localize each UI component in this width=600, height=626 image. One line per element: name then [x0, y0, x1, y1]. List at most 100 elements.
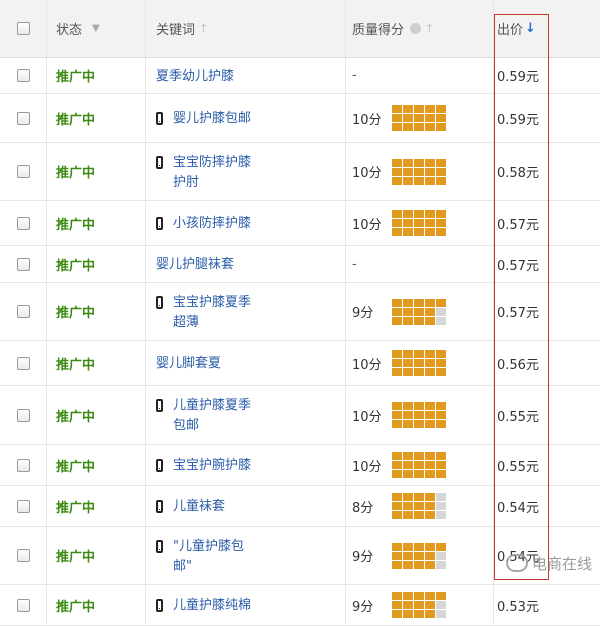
row-checkbox[interactable] [16, 499, 30, 513]
quality-bar-block [436, 105, 446, 113]
row-checkbox-cell [0, 201, 47, 245]
row-checkbox[interactable] [16, 69, 30, 82]
quality-bar-meter [392, 493, 446, 519]
quality-bar-meter [392, 592, 446, 618]
row-checkbox[interactable] [16, 458, 30, 472]
price-cell[interactable]: 0.57元 [494, 246, 546, 282]
quality-score: 10分 [352, 459, 382, 475]
price-cell[interactable]: 0.54元 [494, 486, 546, 526]
quality-bar-block [425, 560, 435, 569]
help-circle-icon[interactable] [410, 23, 422, 34]
price-cell[interactable]: 0.53元 [494, 585, 546, 625]
dropdown-triangle-icon[interactable]: ▼ [92, 23, 100, 34]
header-quality-label: 质量得分 [352, 23, 405, 38]
sort-up-arrow-icon[interactable]: ↑ [425, 22, 434, 35]
keyword-cell: 宝宝防摔护膝 护肘 [146, 143, 346, 200]
quality-bar-block [436, 307, 446, 316]
row-checkbox[interactable] [16, 408, 30, 422]
keyword-link[interactable]: 夏季幼儿护膝 [156, 67, 234, 87]
table-row: 推广中 婴儿脚套夏 10分 0.56元 [0, 341, 600, 386]
mobile-phone-icon [156, 500, 163, 513]
keyword-link[interactable]: 儿童袜套 [173, 497, 225, 517]
quality-bar-block [403, 470, 413, 478]
quality-bar-block [403, 307, 413, 316]
quality-bar-block [425, 461, 435, 469]
keyword-link[interactable]: "儿童护膝包 邮" [173, 537, 244, 577]
quality-cell: 10分 [346, 341, 494, 385]
quality-bar-block [403, 114, 413, 122]
keyword-link[interactable]: 宝宝护膝夏季 超薄 [173, 293, 251, 333]
row-checkbox[interactable] [16, 111, 30, 125]
table-row: 推广中 夏季幼儿护膝 - 0.59元 [0, 58, 600, 94]
quality-score: 9分 [352, 306, 374, 321]
price-cell[interactable]: 0.58元 [494, 143, 546, 200]
price-cell[interactable]: 0.56元 [494, 341, 546, 385]
keyword-line: 婴儿脚套夏 [156, 356, 222, 371]
row-checkbox[interactable] [16, 216, 30, 230]
keyword-cell: 宝宝护膝夏季 超薄 [146, 283, 346, 340]
keyword-link[interactable]: 儿童护膝夏季 包邮 [173, 396, 251, 436]
keyword-link[interactable]: 婴儿脚套夏 [156, 354, 221, 374]
quality-bar-block [436, 542, 446, 551]
quality-bar-block [414, 551, 424, 560]
price-cell[interactable]: 0.57元 [494, 201, 546, 245]
keyword-link[interactable]: 宝宝护腕护膝 [173, 456, 251, 476]
quality-bar-block [414, 176, 424, 185]
quality-bar-block [392, 105, 402, 113]
row-checkbox[interactable] [16, 305, 30, 318]
header-keyword[interactable]: 关键词 ↑ [146, 0, 346, 57]
row-checkbox-cell [0, 386, 47, 444]
keyword-line: 宝宝护膝夏季 [173, 294, 252, 310]
quality-bar-block [414, 114, 424, 122]
price-cell[interactable]: 0.59元 [494, 58, 546, 93]
price-cell[interactable]: 0.55元 [494, 386, 546, 444]
quality-bar-block [392, 158, 402, 167]
row-checkbox[interactable] [16, 549, 30, 562]
status-cell: 推广中 [47, 386, 146, 444]
mobile-phone-icon [156, 217, 163, 230]
keyword-link[interactable]: 小孩防摔护膝 [173, 214, 251, 234]
quality-bar-block [414, 493, 424, 501]
keyword-line: 小孩防摔护膝 [173, 216, 252, 231]
row-checkbox[interactable] [16, 165, 30, 178]
quality-bar-block [436, 402, 446, 410]
sort-up-arrow-icon[interactable]: ↑ [199, 22, 208, 35]
row-filler [546, 201, 600, 245]
quality-bar-block [436, 350, 446, 358]
keyword-link[interactable]: 婴儿护膝包邮 [173, 109, 251, 129]
header-quality[interactable]: 质量得分 ↑ [346, 0, 494, 57]
keyword-link[interactable]: 儿童护膝纯棉 [173, 596, 251, 616]
quality-bar-block [436, 210, 446, 218]
quality-bar-block [436, 411, 446, 419]
quality-bar-meter [392, 210, 446, 236]
keyword-line: 儿童护膝纯棉 [173, 598, 252, 613]
row-filler [546, 341, 600, 385]
keyword-link[interactable]: 宝宝防摔护膝 护肘 [173, 153, 251, 193]
status-text: 推广中 [56, 357, 96, 373]
price-cell[interactable]: 0.57元 [494, 283, 546, 340]
price-cell[interactable]: 0.59元 [494, 94, 546, 142]
header-price[interactable]: 出价 ↓ [494, 0, 546, 57]
quality-bar-block [392, 592, 402, 600]
header-status[interactable]: 状态 ▼ [47, 0, 146, 57]
quality-bar-block [414, 470, 424, 478]
keyword-line: 包邮 [173, 418, 200, 433]
table-row: 推广中 儿童袜套 8分 0.54元 [0, 486, 600, 527]
row-checkbox[interactable] [16, 257, 30, 271]
quality-bar-block [403, 167, 413, 176]
mobile-phone-icon [156, 459, 163, 472]
keyword-link[interactable]: 婴儿护腿袜套 [156, 255, 234, 275]
status-text: 推广中 [56, 306, 96, 321]
price-cell[interactable]: 0.55元 [494, 445, 546, 485]
select-all-checkbox[interactable] [16, 22, 30, 35]
quality-bar-block [414, 502, 424, 510]
status-text: 推广中 [56, 217, 96, 233]
row-checkbox[interactable] [16, 598, 30, 612]
sort-down-arrow-icon[interactable]: ↓ [525, 21, 536, 36]
quality-bar-block [425, 316, 435, 325]
row-checkbox[interactable] [16, 356, 30, 370]
quality-bar-block [392, 452, 402, 460]
table-row: 推广中 儿童护膝纯棉 9分 0.53元 [0, 585, 600, 626]
quality-bar-block [392, 402, 402, 410]
row-checkbox-cell [0, 585, 47, 625]
